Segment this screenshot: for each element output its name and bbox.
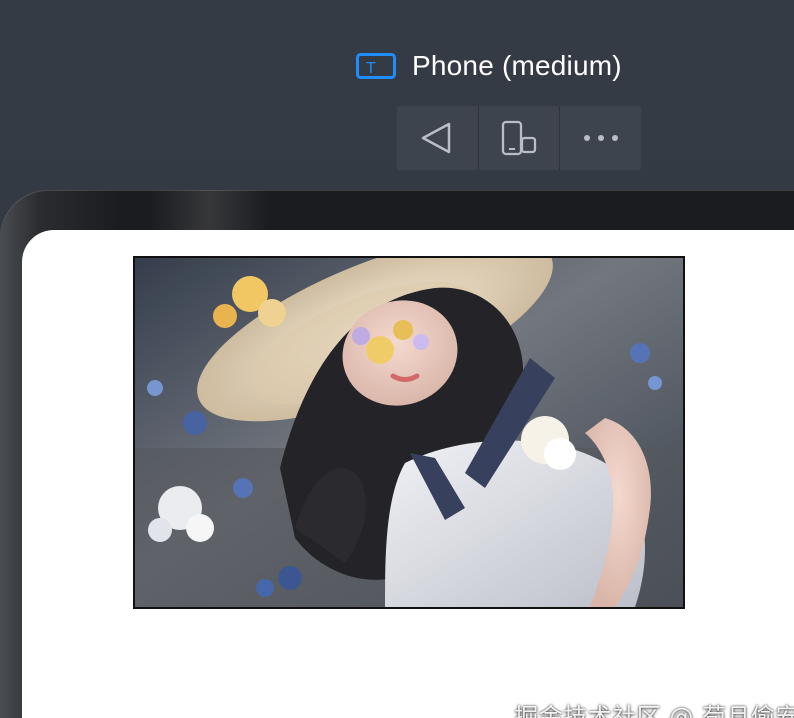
device-preview-window: T Phone (medium) 掘金技术社区 @ 苟且偷安 bbox=[0, 0, 794, 718]
device-rotate-icon bbox=[501, 120, 537, 156]
hero-illustration bbox=[133, 256, 685, 609]
device-toolbar bbox=[397, 106, 641, 170]
phone-frame: 掘金技术社区 @ 苟且偷安 bbox=[0, 190, 794, 718]
phone-screen: 掘金技术社区 @ 苟且偷安 bbox=[22, 230, 794, 718]
text-device-icon[interactable]: T bbox=[356, 53, 396, 79]
more-options-button[interactable] bbox=[560, 106, 641, 170]
svg-text:T: T bbox=[366, 60, 376, 77]
device-title-bar: T Phone (medium) bbox=[356, 48, 622, 84]
device-name[interactable]: Phone (medium) bbox=[412, 48, 622, 84]
watermark-text: 掘金技术社区 @ 苟且偷安 bbox=[514, 703, 794, 718]
device-switch-button[interactable] bbox=[479, 106, 561, 170]
triangle-back-icon bbox=[422, 122, 451, 154]
more-dots-icon bbox=[583, 135, 618, 141]
rotate-back-button[interactable] bbox=[397, 106, 479, 170]
